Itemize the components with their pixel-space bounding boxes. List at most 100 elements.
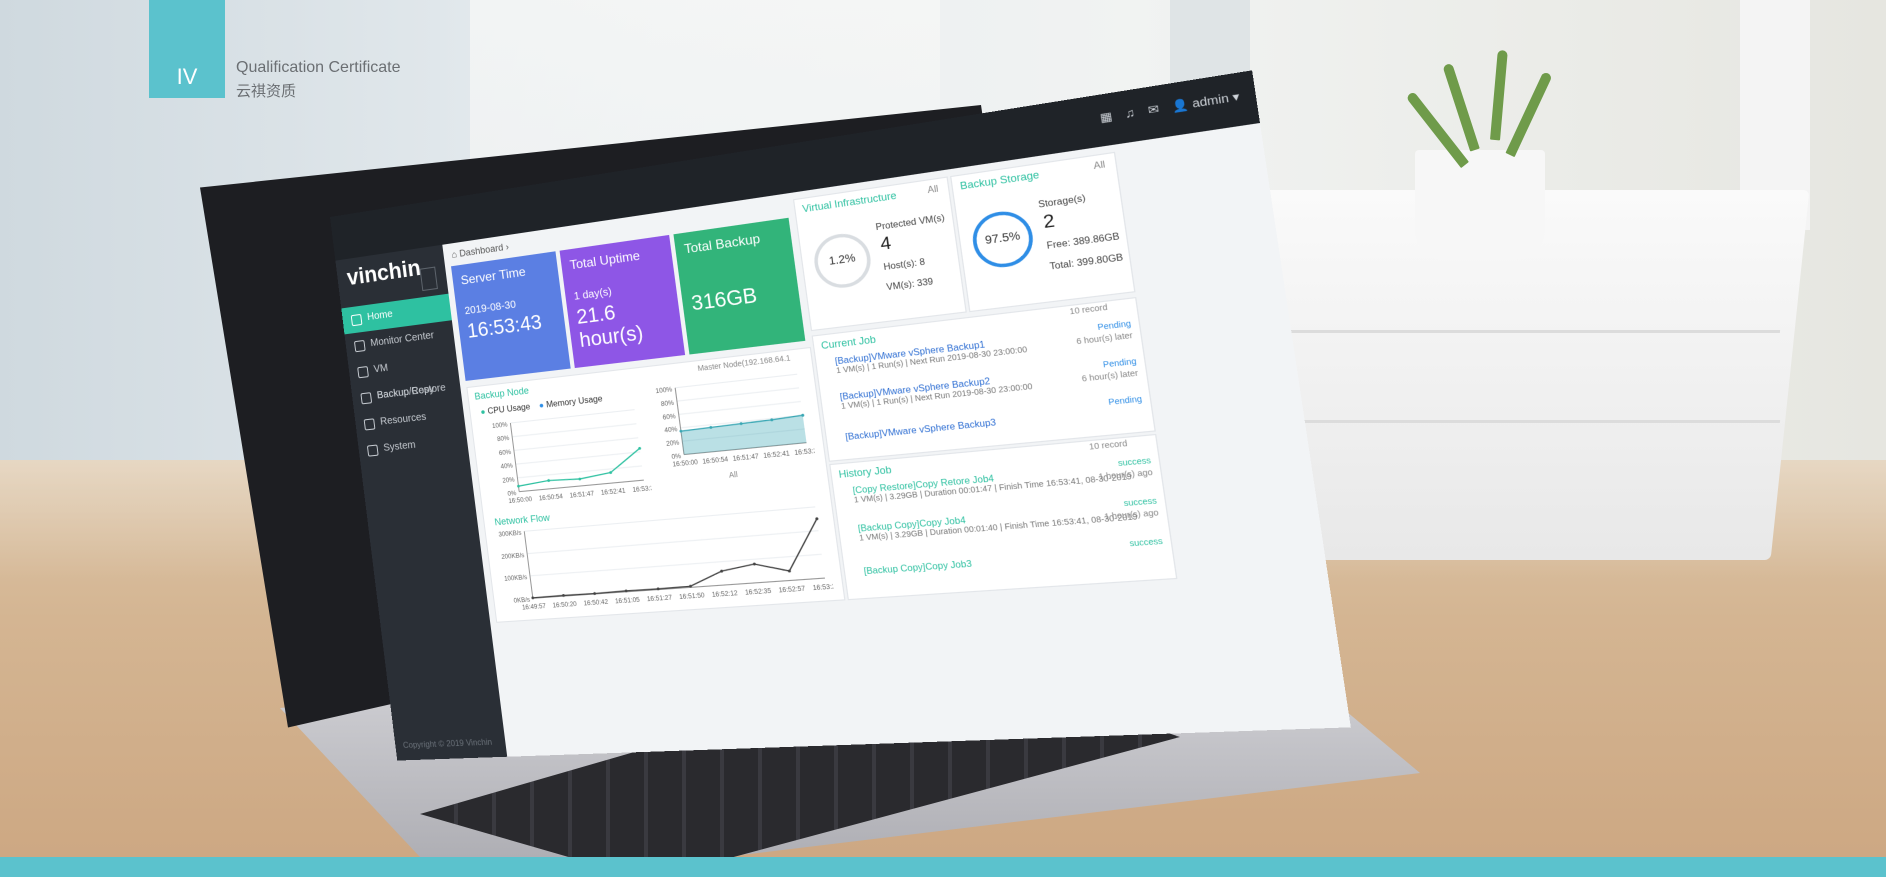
filter-select[interactable]: All — [927, 184, 939, 196]
x-tick-label: 16:50:00 — [672, 460, 698, 469]
tile-total-backup: Total Backup 316GB — [673, 217, 806, 355]
job-when: 6 hour(s) later — [1076, 332, 1134, 347]
sidebar-item-label: Monitor Center — [369, 329, 435, 350]
grid-line — [524, 507, 815, 531]
grid-line — [679, 402, 801, 415]
panel-virtual-infrastructure: Virtual Infrastructure All 1.2% Protecte… — [792, 176, 967, 332]
y-tick-label: 60% — [662, 414, 676, 422]
y-tick-label: 80% — [497, 436, 510, 444]
x-tick-label: 16:50:54 — [539, 494, 565, 503]
grid-line — [527, 531, 818, 554]
laptop-lid: ▦ ♫ ✉ 👤 admin ▾ Home Monitor Center VM B… — [200, 70, 1351, 877]
resources-icon — [363, 418, 376, 431]
job-name[interactable]: [Backup Copy]Copy Job3 — [863, 559, 972, 577]
topbar-icons: ▦ ♫ ✉ 👤 admin ▾ — [1099, 91, 1240, 125]
grid-line — [516, 452, 640, 464]
protected-ratio-ring: 1.2% — [811, 230, 875, 291]
x-tick-label: 16:53:35 — [632, 485, 653, 494]
tile-server-time: Server Time 2019-08-30 16:53:43 — [451, 251, 571, 381]
user-menu[interactable]: 👤 admin ▾ — [1171, 91, 1240, 114]
page-title-cn: 云祺资质 — [236, 83, 297, 100]
tile-title: Total Uptime — [568, 247, 641, 273]
backup-icon — [357, 366, 369, 379]
panel-backup-storage: Backup Storage All 97.5% Storage(s) 2 Fr… — [950, 151, 1136, 313]
y-tick-label: 60% — [499, 450, 512, 458]
y-tick-label: 300KB/s — [498, 530, 522, 538]
y-tick-label: 100% — [492, 422, 508, 430]
x-tick-label: 16:52:35 — [745, 588, 772, 597]
monitor-icon — [353, 339, 366, 353]
data-point — [547, 479, 551, 483]
bell-icon[interactable]: ♫ — [1124, 107, 1136, 121]
x-tick-label: 16:51:27 — [647, 595, 673, 603]
protected-vms-label: Protected VM(s) — [875, 212, 946, 233]
plant-leaf — [1505, 71, 1553, 158]
filter-select[interactable]: All — [1093, 159, 1106, 171]
x-tick-label: 16:52:12 — [712, 591, 739, 599]
x-tick-label: 16:49:57 — [522, 604, 547, 612]
tile-backup-size: 316GB — [690, 284, 759, 316]
job-status: success — [1117, 457, 1152, 469]
y-tick-label: 0% — [507, 491, 517, 498]
x-tick-label: 16:53:35 — [794, 448, 816, 457]
cpu-legend-label: CPU Usage — [487, 401, 531, 416]
hosts-count: Host(s): 8 — [882, 256, 926, 273]
chart-filter-select[interactable]: All — [729, 471, 739, 479]
grid-line — [530, 554, 822, 576]
vms-count: VM(s): 339 — [885, 276, 934, 293]
data-point — [752, 562, 756, 566]
message-icon[interactable]: ✉ — [1147, 103, 1160, 118]
section-number: IV — [176, 64, 198, 89]
y-tick-label: 200KB/s — [501, 553, 525, 561]
data-point — [516, 484, 520, 488]
y-tick-label: 0KB/s — [513, 597, 530, 605]
storage-value: 2 — [1042, 211, 1057, 233]
memory-usage-chart: 100% 80% 60% 40% 20% 0%16:50:00 16:50:54 16:51:… — [655, 367, 816, 469]
tile-title: Total Backup — [683, 230, 762, 257]
grid-line — [510, 410, 634, 423]
y-tick-label: 0% — [671, 454, 681, 462]
sidebar-item-label: Backup Copy — [376, 383, 435, 402]
copyright: Copyright © 2019 Vinchin — [402, 737, 493, 751]
storage-free: Free: 389.86GB — [1046, 231, 1121, 252]
x-tick-label: 16:52:57 — [778, 586, 805, 595]
plant-leaf — [1490, 49, 1508, 141]
legend-dot-icon: ● — [538, 400, 545, 411]
data-point — [578, 477, 582, 481]
storage-total: Total: 399.80GB — [1049, 252, 1124, 272]
breadcrumb: ⌂ Dashboard › — [450, 241, 510, 260]
legend-dot-icon: ● — [480, 406, 487, 417]
grid-line — [512, 424, 636, 437]
x-tick-label: 16:51:50 — [679, 593, 705, 601]
x-tick-label: 16:51:05 — [615, 597, 641, 605]
breadcrumb-dashboard[interactable]: Dashboard — [459, 242, 504, 259]
job-status: success — [1129, 537, 1164, 549]
job-name[interactable]: [Backup]VMware vSphere Backup3 — [845, 417, 997, 442]
menu-toggle-icon[interactable] — [419, 266, 438, 292]
y-tick-label: 40% — [500, 463, 513, 471]
y-tick-label: 80% — [661, 400, 675, 408]
tile-total-uptime: Total Uptime 1 day(s) 21.6 hour(s) — [559, 234, 686, 369]
data-point — [531, 596, 535, 600]
job-status: Pending — [1102, 357, 1138, 370]
panel-backup-node: Backup Node Master Node(192.168.64.1 ● C… — [466, 346, 846, 623]
x-tick-label: 16:50:20 — [552, 602, 577, 610]
series-line — [526, 519, 825, 598]
sidebar-item-label: System — [382, 439, 417, 454]
x-tick-label: 16:50:54 — [702, 457, 729, 466]
storage-label: Storage(s) — [1037, 192, 1087, 210]
y-tick-label: 40% — [664, 427, 678, 435]
copy-icon — [360, 392, 373, 405]
section-number-badge: IV — [149, 0, 225, 98]
grid-icon[interactable]: ▦ — [1099, 111, 1113, 126]
plant-pot — [1415, 150, 1545, 260]
photo-background: ▦ ♫ ✉ 👤 admin ▾ Home Monitor Center VM B… — [0, 0, 1886, 877]
x-tick-label: 16:50:42 — [583, 599, 608, 607]
x-tick-label: 16:53:20 — [812, 584, 834, 593]
cpu-usage-chart: 100% 80% 60% 40% 20% 0%16:50:00 16:50:54 16:51:… — [492, 403, 653, 505]
x-tick-label: 16:51:47 — [732, 454, 759, 463]
job-when: 6 hour(s) later — [1081, 369, 1139, 384]
gear-icon — [366, 444, 379, 457]
protected-vms-value: 4 — [879, 233, 893, 255]
x-tick-label: 16:51:47 — [569, 491, 594, 500]
